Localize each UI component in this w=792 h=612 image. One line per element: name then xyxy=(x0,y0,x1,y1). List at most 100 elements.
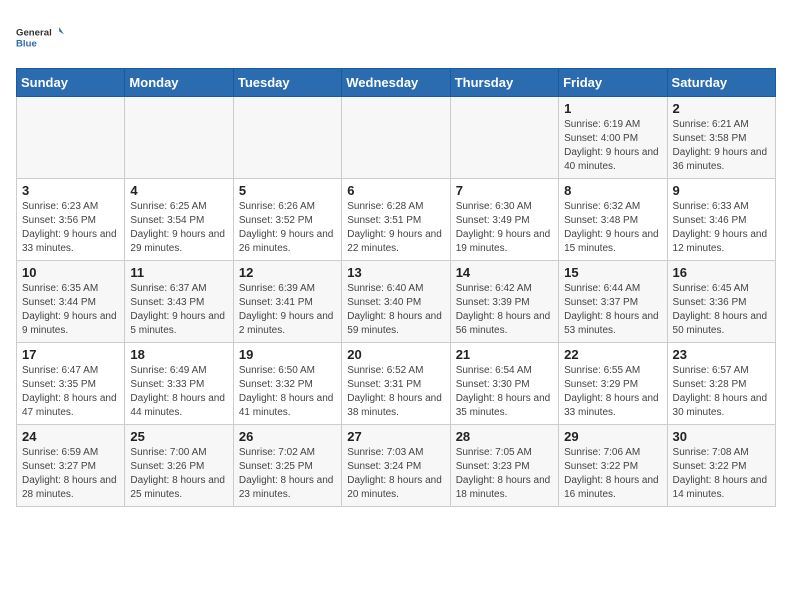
calendar-cell: 11 Sunrise: 6:37 AM Sunset: 3:43 PM Dayli… xyxy=(125,261,233,343)
day-number: 8 xyxy=(564,183,661,198)
calendar-cell: 30 Sunrise: 7:08 AM Sunset: 3:22 PM Dayli… xyxy=(667,425,775,507)
day-number: 25 xyxy=(130,429,227,444)
calendar-cell: 14 Sunrise: 6:42 AM Sunset: 3:39 PM Dayli… xyxy=(450,261,558,343)
day-info: Sunrise: 7:00 AM Sunset: 3:26 PM Dayligh… xyxy=(130,446,227,502)
day-info: Sunrise: 6:35 AM Sunset: 3:44 PM Dayligh… xyxy=(22,282,119,338)
day-info: Sunrise: 6:37 AM Sunset: 3:43 PM Dayligh… xyxy=(130,282,227,338)
day-info: Sunrise: 7:05 AM Sunset: 3:23 PM Dayligh… xyxy=(456,446,553,502)
day-number: 12 xyxy=(239,265,336,280)
calendar-cell: 6Sunrise: 6:28 AM Sunset: 3:51 PM Daylig… xyxy=(342,179,450,261)
day-info: Sunrise: 7:02 AM Sunset: 3:25 PM Dayligh… xyxy=(239,446,336,502)
day-info: Sunrise: 6:32 AM Sunset: 3:48 PM Dayligh… xyxy=(564,200,661,256)
day-info: Sunrise: 7:06 AM Sunset: 3:22 PM Dayligh… xyxy=(564,446,661,502)
day-number: 20 xyxy=(347,347,444,362)
calendar-cell: 1 Sunrise: 6:19 AM Sunset: 4:00 PM Daylig… xyxy=(559,97,667,179)
calendar-cell: 22 Sunrise: 6:55 AM Sunset: 3:29 PM Dayli… xyxy=(559,343,667,425)
calendar-cell: 27 Sunrise: 7:03 AM Sunset: 3:24 PM Dayli… xyxy=(342,425,450,507)
calendar-cell: 28 Sunrise: 7:05 AM Sunset: 3:23 PM Dayli… xyxy=(450,425,558,507)
calendar-cell: 13Sunrise: 6:40 AM Sunset: 3:40 PM Dayli… xyxy=(342,261,450,343)
day-number: 14 xyxy=(456,265,553,280)
calendar-week-4: 17 Sunrise: 6:47 AM Sunset: 3:35 PM Dayli… xyxy=(17,343,776,425)
day-number: 3 xyxy=(22,183,119,198)
day-info: Sunrise: 6:39 AM Sunset: 3:41 PM Dayligh… xyxy=(239,282,336,338)
calendar-week-1: 1 Sunrise: 6:19 AM Sunset: 4:00 PM Daylig… xyxy=(17,97,776,179)
day-info: Sunrise: 6:49 AM Sunset: 3:33 PM Dayligh… xyxy=(130,364,227,420)
calendar-week-3: 10 Sunrise: 6:35 AM Sunset: 3:44 PM Dayli… xyxy=(17,261,776,343)
logo: General Blue xyxy=(16,16,64,60)
calendar-cell: 9 Sunrise: 6:33 AM Sunset: 3:46 PM Daylig… xyxy=(667,179,775,261)
svg-text:General: General xyxy=(16,28,52,39)
col-header-thursday: Thursday xyxy=(450,69,558,97)
day-info: Sunrise: 6:25 AM Sunset: 3:54 PM Dayligh… xyxy=(130,200,227,256)
day-info: Sunrise: 6:40 AM Sunset: 3:40 PM Dayligh… xyxy=(347,282,444,338)
day-number: 9 xyxy=(673,183,770,198)
calendar-cell xyxy=(233,97,341,179)
day-number: 11 xyxy=(130,265,227,280)
day-number: 4 xyxy=(130,183,227,198)
col-header-monday: Monday xyxy=(125,69,233,97)
day-number: 2 xyxy=(673,101,770,116)
svg-text:Blue: Blue xyxy=(16,38,37,49)
col-header-tuesday: Tuesday xyxy=(233,69,341,97)
day-info: Sunrise: 6:57 AM Sunset: 3:28 PM Dayligh… xyxy=(673,364,770,420)
day-number: 30 xyxy=(673,429,770,444)
day-number: 15 xyxy=(564,265,661,280)
day-number: 7 xyxy=(456,183,553,198)
day-number: 21 xyxy=(456,347,553,362)
day-info: Sunrise: 6:52 AM Sunset: 3:31 PM Dayligh… xyxy=(347,364,444,420)
calendar-cell: 17 Sunrise: 6:47 AM Sunset: 3:35 PM Dayli… xyxy=(17,343,125,425)
day-number: 1 xyxy=(564,101,661,116)
day-number: 27 xyxy=(347,429,444,444)
day-info: Sunrise: 6:28 AM Sunset: 3:51 PM Dayligh… xyxy=(347,200,444,256)
day-number: 28 xyxy=(456,429,553,444)
calendar-week-5: 24Sunrise: 6:59 AM Sunset: 3:27 PM Dayli… xyxy=(17,425,776,507)
day-info: Sunrise: 6:21 AM Sunset: 3:58 PM Dayligh… xyxy=(673,118,770,174)
calendar-cell: 3Sunrise: 6:23 AM Sunset: 3:56 PM Daylig… xyxy=(17,179,125,261)
calendar-cell: 4 Sunrise: 6:25 AM Sunset: 3:54 PM Daylig… xyxy=(125,179,233,261)
day-info: Sunrise: 6:45 AM Sunset: 3:36 PM Dayligh… xyxy=(673,282,770,338)
day-number: 10 xyxy=(22,265,119,280)
calendar-cell: 21 Sunrise: 6:54 AM Sunset: 3:30 PM Dayli… xyxy=(450,343,558,425)
page-header: General Blue xyxy=(16,16,776,60)
day-info: Sunrise: 6:54 AM Sunset: 3:30 PM Dayligh… xyxy=(456,364,553,420)
calendar-cell: 23 Sunrise: 6:57 AM Sunset: 3:28 PM Dayli… xyxy=(667,343,775,425)
col-header-sunday: Sunday xyxy=(17,69,125,97)
calendar-cell: 7 Sunrise: 6:30 AM Sunset: 3:49 PM Daylig… xyxy=(450,179,558,261)
calendar-cell: 20 Sunrise: 6:52 AM Sunset: 3:31 PM Dayli… xyxy=(342,343,450,425)
day-info: Sunrise: 7:08 AM Sunset: 3:22 PM Dayligh… xyxy=(673,446,770,502)
calendar-cell: 2 Sunrise: 6:21 AM Sunset: 3:58 PM Daylig… xyxy=(667,97,775,179)
day-info: Sunrise: 7:03 AM Sunset: 3:24 PM Dayligh… xyxy=(347,446,444,502)
calendar-cell: 5Sunrise: 6:26 AM Sunset: 3:52 PM Daylig… xyxy=(233,179,341,261)
calendar-cell: 19Sunrise: 6:50 AM Sunset: 3:32 PM Dayli… xyxy=(233,343,341,425)
col-header-saturday: Saturday xyxy=(667,69,775,97)
calendar-header-row: SundayMondayTuesdayWednesdayThursdayFrid… xyxy=(17,69,776,97)
day-info: Sunrise: 6:44 AM Sunset: 3:37 PM Dayligh… xyxy=(564,282,661,338)
day-info: Sunrise: 6:33 AM Sunset: 3:46 PM Dayligh… xyxy=(673,200,770,256)
calendar-cell: 8 Sunrise: 6:32 AM Sunset: 3:48 PM Daylig… xyxy=(559,179,667,261)
calendar-cell: 25 Sunrise: 7:00 AM Sunset: 3:26 PM Dayli… xyxy=(125,425,233,507)
day-info: Sunrise: 6:55 AM Sunset: 3:29 PM Dayligh… xyxy=(564,364,661,420)
day-info: Sunrise: 6:50 AM Sunset: 3:32 PM Dayligh… xyxy=(239,364,336,420)
day-number: 17 xyxy=(22,347,119,362)
calendar-cell xyxy=(17,97,125,179)
day-number: 24 xyxy=(22,429,119,444)
calendar-week-2: 3Sunrise: 6:23 AM Sunset: 3:56 PM Daylig… xyxy=(17,179,776,261)
day-info: Sunrise: 6:47 AM Sunset: 3:35 PM Dayligh… xyxy=(22,364,119,420)
day-info: Sunrise: 6:19 AM Sunset: 4:00 PM Dayligh… xyxy=(564,118,661,174)
calendar-table: SundayMondayTuesdayWednesdayThursdayFrid… xyxy=(16,68,776,507)
calendar-cell xyxy=(342,97,450,179)
calendar-cell: 29 Sunrise: 7:06 AM Sunset: 3:22 PM Dayli… xyxy=(559,425,667,507)
day-info: Sunrise: 6:26 AM Sunset: 3:52 PM Dayligh… xyxy=(239,200,336,256)
day-number: 29 xyxy=(564,429,661,444)
day-number: 22 xyxy=(564,347,661,362)
day-info: Sunrise: 6:30 AM Sunset: 3:49 PM Dayligh… xyxy=(456,200,553,256)
day-info: Sunrise: 6:42 AM Sunset: 3:39 PM Dayligh… xyxy=(456,282,553,338)
calendar-cell: 16Sunrise: 6:45 AM Sunset: 3:36 PM Dayli… xyxy=(667,261,775,343)
calendar-cell: 18 Sunrise: 6:49 AM Sunset: 3:33 PM Dayli… xyxy=(125,343,233,425)
calendar-cell xyxy=(450,97,558,179)
col-header-friday: Friday xyxy=(559,69,667,97)
day-number: 18 xyxy=(130,347,227,362)
day-number: 23 xyxy=(673,347,770,362)
calendar-cell: 12 Sunrise: 6:39 AM Sunset: 3:41 PM Dayli… xyxy=(233,261,341,343)
calendar-cell: 26Sunrise: 7:02 AM Sunset: 3:25 PM Dayli… xyxy=(233,425,341,507)
